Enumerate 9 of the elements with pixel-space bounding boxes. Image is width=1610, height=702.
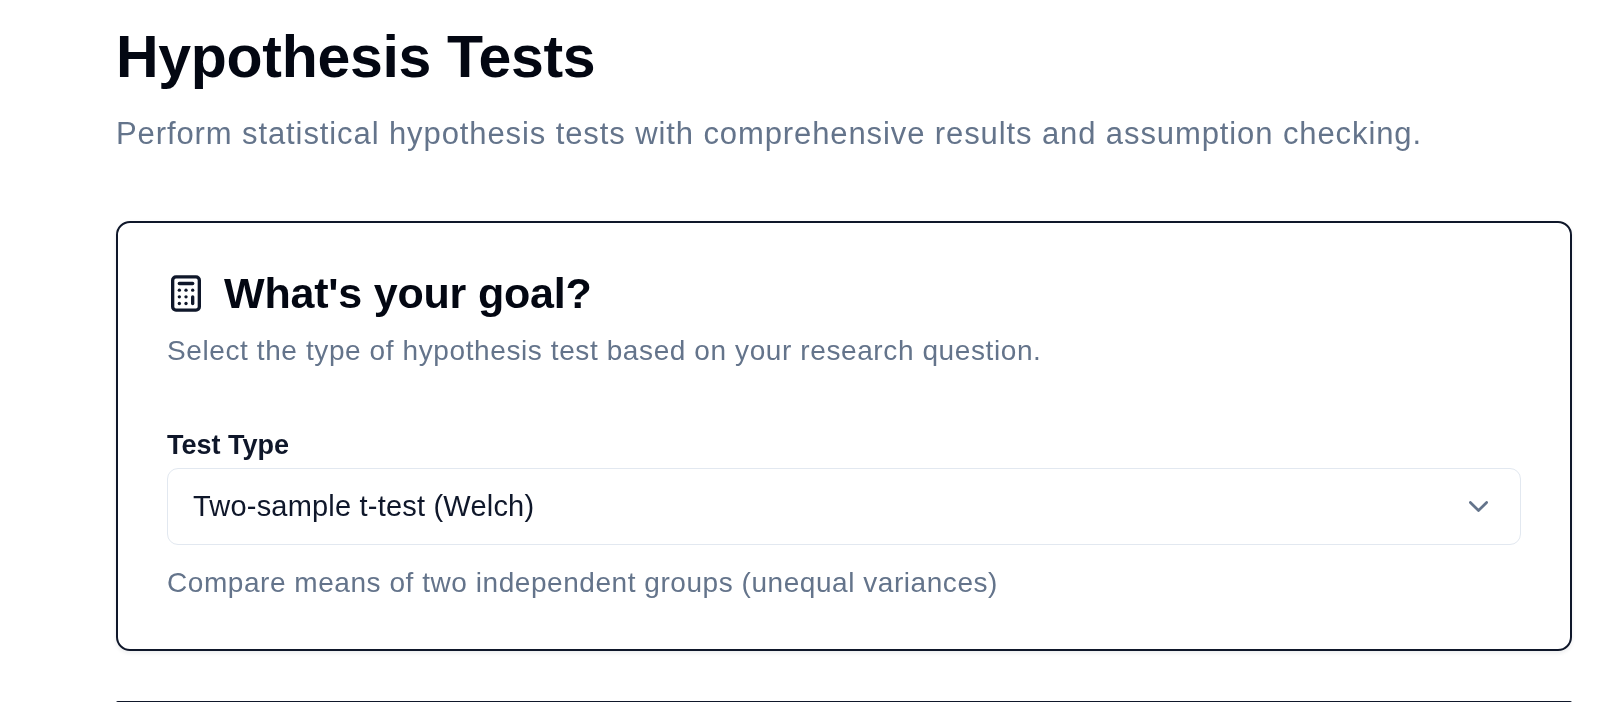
field-help-text: Compare means of two independent groups (unequal variances): [167, 567, 998, 599]
page-subtitle: Perform statistical hypothesis tests with comprehensive results and assumption checking.: [116, 116, 1422, 152]
chevron-down-icon: [1469, 501, 1488, 512]
page-title: Hypothesis Tests: [116, 23, 596, 92]
card-title: What's your goal?: [224, 268, 592, 319]
test-type-select[interactable]: Two-sample t-test (Welch): [167, 468, 1521, 545]
card-description: Select the type of hypothesis test based on your research question.: [167, 335, 1042, 367]
field-label: Test Type: [167, 429, 290, 462]
calculator-icon: [171, 274, 201, 312]
